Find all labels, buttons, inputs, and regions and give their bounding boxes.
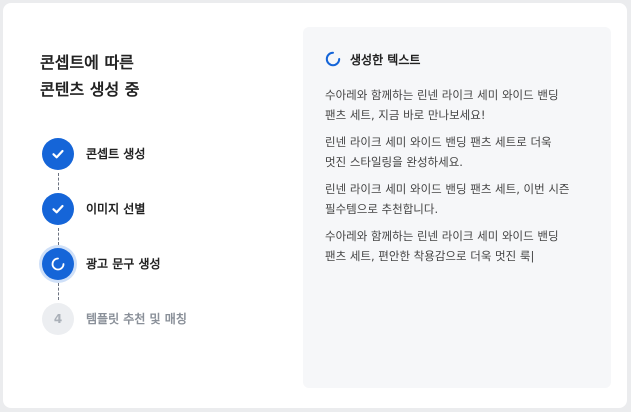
step-ad-copy: 광고 문구 생성 xyxy=(42,248,282,280)
generated-text-list: 수아레와 함께하는 린넨 라이크 세미 와이드 밴딩 팬츠 세트, 지금 바로 … xyxy=(325,85,605,273)
step-done-badge xyxy=(42,138,74,170)
step-concept: 콘셉트 생성 xyxy=(42,138,282,170)
generated-text-item: 린넨 라이크 세미 와이드 밴딩 팬츠 세트로 더욱 멋진 스타일링을 완성하세… xyxy=(325,132,605,172)
step-connector xyxy=(58,173,59,190)
title-line-2: 콘텐츠 생성 중 xyxy=(40,80,140,99)
text-line: 멋진 스타일링을 완성하세요. xyxy=(325,155,463,169)
spinner-icon xyxy=(51,257,65,271)
step-label: 광고 문구 생성 xyxy=(86,257,161,271)
step-done-badge xyxy=(42,193,74,225)
step-connector xyxy=(58,228,59,245)
step-active-badge xyxy=(42,248,74,280)
panel-title: 생성한 텍스트 xyxy=(350,53,421,67)
step-number-badge: 4 xyxy=(42,303,74,335)
generated-text-item: 수아레와 함께하는 린넨 라이크 세미 와이드 밴딩 팬츠 세트, 편안한 착용… xyxy=(325,226,605,266)
step-template-matching: 4 템플릿 추천 및 매칭 xyxy=(42,303,282,335)
check-icon xyxy=(52,204,64,214)
step-label: 콘셉트 생성 xyxy=(86,147,146,161)
title-line-1: 콘셉트에 따른 xyxy=(40,53,134,72)
spinner-icon xyxy=(325,51,341,67)
generated-text-panel: 생성한 텍스트 수아레와 함께하는 린넨 라이크 세미 와이드 밴딩 팬츠 세트… xyxy=(303,27,611,388)
text-line: 린넨 라이크 세미 와이드 밴딩 팬츠 세트, 이번 시즌 xyxy=(325,182,570,196)
text-line: 수아레와 함께하는 린넨 라이크 세미 와이드 밴딩 xyxy=(325,88,559,102)
text-line: 수아레와 함께하는 린넨 라이크 세미 와이드 밴딩 xyxy=(325,229,559,243)
page-title: 콘셉트에 따른 콘텐츠 생성 중 xyxy=(40,49,139,103)
step-label: 템플릿 추천 및 매칭 xyxy=(86,312,187,326)
text-line: 팬츠 세트, 지금 바로 만나보세요! xyxy=(325,108,486,122)
step-image-selection: 이미지 선별 xyxy=(42,193,282,225)
text-line: 팬츠 세트, 편안한 착용감으로 더욱 멋진 룩| xyxy=(325,249,535,263)
progress-card: 콘셉트에 따른 콘텐츠 생성 중 콘셉트 생성 이미지 선별 광고 문구 생성 xyxy=(3,3,627,408)
check-icon xyxy=(52,149,64,159)
text-line: 린넨 라이크 세미 와이드 밴딩 팬츠 세트로 더욱 xyxy=(325,135,552,149)
generated-text-item: 린넨 라이크 세미 와이드 밴딩 팬츠 세트, 이번 시즌 필수템으로 추천합니… xyxy=(325,179,605,219)
step-connector xyxy=(58,283,59,300)
generated-text-item: 수아레와 함께하는 린넨 라이크 세미 와이드 밴딩 팬츠 세트, 지금 바로 … xyxy=(325,85,605,125)
text-line: 필수템으로 추천합니다. xyxy=(325,202,439,216)
step-label: 이미지 선별 xyxy=(86,202,146,216)
